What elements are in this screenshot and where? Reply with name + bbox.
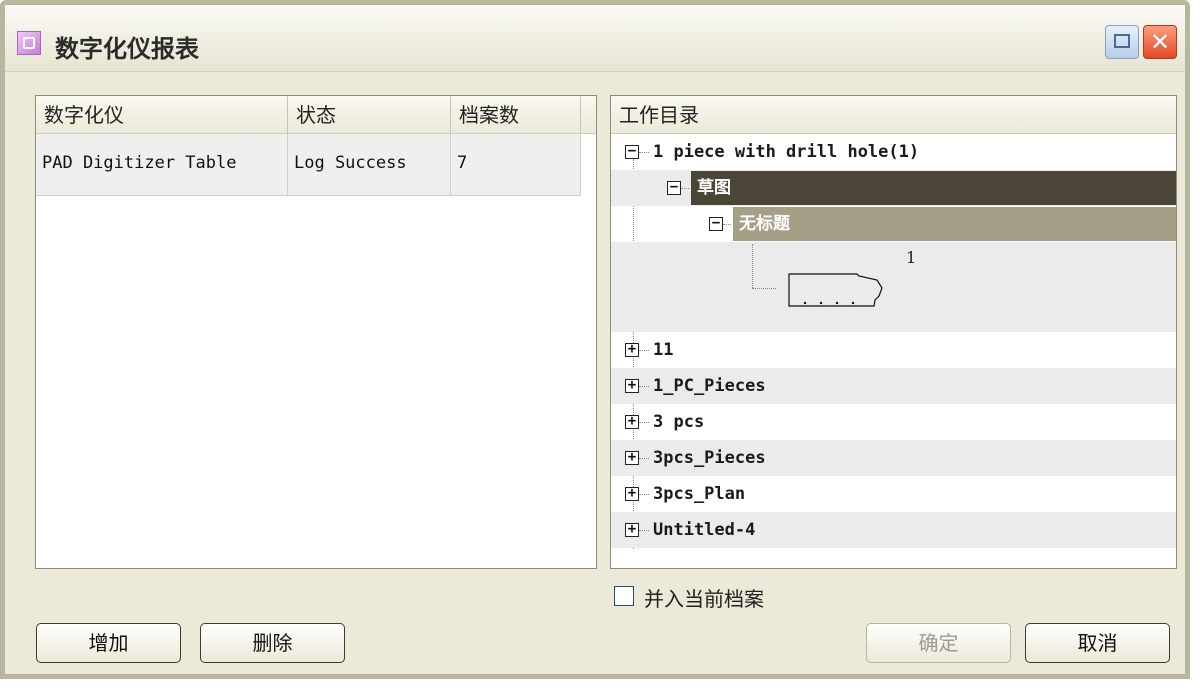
tree-node-label: 1_PC_Pieces xyxy=(653,376,766,396)
expand-icon[interactable]: + xyxy=(625,342,639,357)
expand-icon[interactable]: + xyxy=(625,378,639,393)
tree-node-label: 3pcs_Pieces xyxy=(653,448,766,468)
tree-connector xyxy=(681,188,689,189)
tree-node-label: 草图 xyxy=(697,178,731,198)
ok-button[interactable]: 确定 xyxy=(866,623,1011,663)
column-header-digitizer[interactable]: 数字化仪 xyxy=(36,96,288,134)
tree-node-3pcs-pieces[interactable]: + 3pcs_Pieces xyxy=(611,440,1176,476)
tree-connector xyxy=(639,422,649,423)
tree-node-label: 3pcs_Plan xyxy=(653,484,746,504)
collapse-icon[interactable]: − xyxy=(709,216,723,231)
tree-node-11[interactable]: + 11 xyxy=(611,332,1176,368)
expand-icon[interactable]: + xyxy=(625,450,639,465)
collapse-icon[interactable]: − xyxy=(625,144,639,159)
tree-node-label: 无标题 xyxy=(739,214,790,234)
tree-node-1-piece-with-drill-hole[interactable]: − 1 piece with drill hole(1) xyxy=(611,134,1176,170)
cell-status[interactable]: Log Success xyxy=(288,134,451,196)
merge-current-file-label[interactable]: 并入当前档案 xyxy=(644,583,764,612)
tree-node-label: Untitled-4 xyxy=(653,520,756,540)
merge-current-file-checkbox[interactable] xyxy=(614,586,634,606)
tree-connector xyxy=(752,244,753,288)
tree-node-3pcs-plan[interactable]: + 3pcs_Plan xyxy=(611,476,1176,512)
tree-connector xyxy=(752,288,776,289)
work-directory-header: 工作目录 xyxy=(611,96,1176,134)
expand-icon[interactable]: + xyxy=(625,414,639,429)
digitizer-report-dialog: 数字化仪报表 ✕ 数字化仪 状态 档案数 PAD Digitizer Table… xyxy=(0,0,1190,679)
collapse-icon[interactable]: − xyxy=(667,180,681,195)
tree-node-untitled-4[interactable]: + Untitled-4 xyxy=(611,512,1176,548)
tree-node-label: 11 xyxy=(653,340,674,360)
tree-node-3-pcs[interactable]: + 3 pcs xyxy=(611,404,1176,440)
expand-icon[interactable]: + xyxy=(625,522,639,537)
dialog-title: 数字化仪报表 xyxy=(55,35,199,63)
selected-highlight-secondary xyxy=(733,207,1176,241)
tree-connector xyxy=(639,350,649,351)
digitizer-table: 数字化仪 状态 档案数 PAD Digitizer Table Log Succ… xyxy=(35,95,597,569)
selected-highlight xyxy=(691,171,1176,205)
tree-node-label: 1 piece with drill hole(1) xyxy=(653,142,920,162)
cell-file-count[interactable]: 7 xyxy=(451,134,581,196)
piece-thumbnail-icon xyxy=(788,273,883,307)
tree-connector xyxy=(723,224,731,225)
cell-digitizer-name[interactable]: PAD Digitizer Table xyxy=(36,134,288,196)
tree-connector xyxy=(639,152,649,153)
tree-node-1-pc-pieces[interactable]: + 1_PC_Pieces xyxy=(611,368,1176,404)
maximize-icon[interactable] xyxy=(1105,25,1139,59)
tree-connector xyxy=(639,458,649,459)
piece-number: 1 xyxy=(906,248,917,267)
cancel-button[interactable]: 取消 xyxy=(1025,623,1170,663)
tree-node-sketch[interactable]: − 草图 xyxy=(611,170,1176,206)
add-button[interactable]: 增加 xyxy=(36,623,181,663)
column-header-file-count[interactable]: 档案数 xyxy=(451,96,581,134)
delete-button[interactable]: 删除 xyxy=(200,623,345,663)
work-directory-tree: 工作目录 − 1 piece with drill hole(1) − 草图 −… xyxy=(610,95,1177,569)
tree-node-piece-1[interactable]: 1 xyxy=(611,242,1176,332)
column-header-status[interactable]: 状态 xyxy=(288,96,451,134)
close-icon[interactable]: ✕ xyxy=(1143,25,1177,59)
title-bar[interactable]: 数字化仪报表 ✕ xyxy=(5,5,1185,72)
tree-node-untitled[interactable]: − 无标题 xyxy=(611,206,1176,242)
expand-icon[interactable]: + xyxy=(625,486,639,501)
tree-node-label: 3 pcs xyxy=(653,412,705,432)
tree-connector xyxy=(639,494,649,495)
tree-connector xyxy=(639,386,649,387)
digitizer-app-icon xyxy=(17,31,41,55)
tree-connector xyxy=(639,530,649,531)
column-header-filler xyxy=(581,96,596,134)
